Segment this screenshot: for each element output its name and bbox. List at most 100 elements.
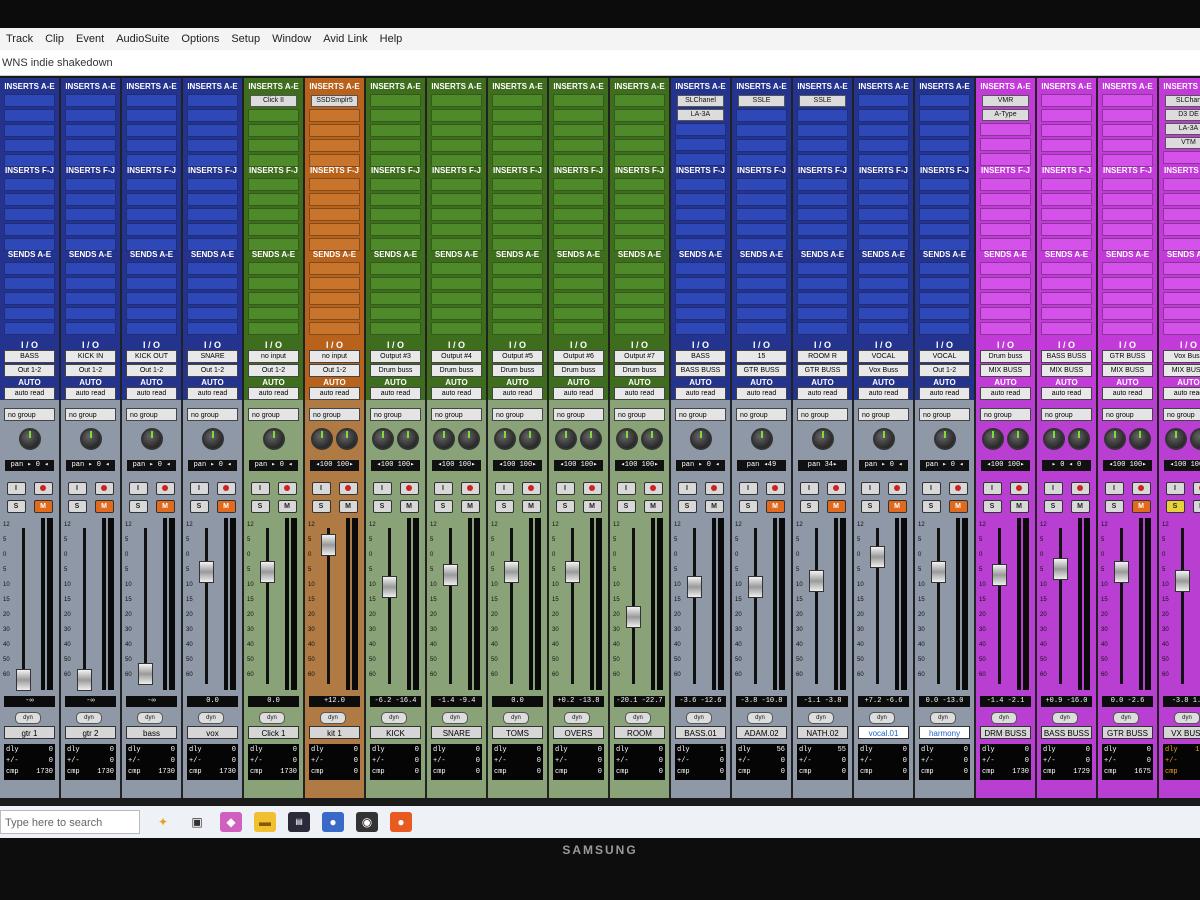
send-slot-empty[interactable] (553, 307, 604, 320)
volume-fader[interactable] (1175, 570, 1190, 592)
solo-button[interactable]: S (372, 500, 392, 513)
input-selector[interactable]: no input (309, 350, 360, 363)
send-slot-empty[interactable] (248, 277, 299, 290)
insert-slot-empty[interactable] (553, 94, 604, 107)
insert-slot-empty[interactable] (553, 223, 604, 236)
mute-button[interactable]: M (582, 500, 602, 513)
insert-slot-empty[interactable] (980, 208, 1031, 221)
solo-button[interactable]: S (1165, 500, 1185, 513)
insert-slot-empty[interactable] (309, 109, 360, 122)
group-selector[interactable]: no group (4, 408, 55, 421)
send-slot-empty[interactable] (187, 307, 238, 320)
insert-slot-empty[interactable] (370, 223, 421, 236)
record-arm-button[interactable] (643, 482, 663, 495)
solo-button[interactable]: S (982, 500, 1002, 513)
group-selector[interactable]: no group (248, 408, 299, 421)
volume-fader[interactable] (809, 570, 824, 592)
solo-button[interactable]: S (616, 500, 636, 513)
insert-slot-empty[interactable] (614, 139, 665, 152)
send-slot-empty[interactable] (431, 292, 482, 305)
send-slot-empty[interactable] (492, 277, 543, 290)
track-name[interactable]: vocal.01 (858, 726, 909, 739)
insert-slot-empty[interactable] (126, 124, 177, 137)
solo-button[interactable]: S (250, 500, 270, 513)
send-slot-empty[interactable] (1163, 292, 1200, 305)
send-slot-empty[interactable] (797, 307, 848, 320)
send-slot-empty[interactable] (126, 322, 177, 335)
mute-button[interactable]: M (33, 500, 53, 513)
input-selector[interactable]: BASS (675, 350, 726, 363)
insert-slot-empty[interactable] (797, 223, 848, 236)
send-slot-empty[interactable] (675, 262, 726, 275)
insert-slot-empty[interactable] (4, 139, 55, 152)
send-slot-empty[interactable] (370, 307, 421, 320)
mute-button[interactable]: M (460, 500, 480, 513)
insert-slot-empty[interactable] (126, 208, 177, 221)
send-slot-empty[interactable] (1041, 262, 1092, 275)
dyn-button[interactable]: dyn (625, 712, 651, 724)
insert-slot-empty[interactable] (919, 223, 970, 236)
solo-button[interactable]: S (311, 500, 331, 513)
output-selector[interactable]: MIX BUSS (1102, 364, 1153, 377)
send-slot-empty[interactable] (736, 292, 787, 305)
send-slot-empty[interactable] (980, 322, 1031, 335)
insert-slot-empty[interactable] (980, 178, 1031, 191)
dyn-button[interactable]: dyn (808, 712, 834, 724)
insert-slot-empty[interactable] (248, 109, 299, 122)
insert-slot-empty[interactable] (980, 123, 1031, 136)
output-selector[interactable]: MIX BUSS (1163, 364, 1200, 377)
pan-knob[interactable] (641, 428, 663, 450)
insert-slot-empty[interactable] (370, 124, 421, 137)
solo-button[interactable]: S (433, 500, 453, 513)
firefox-icon[interactable]: ● (390, 812, 412, 832)
send-slot-empty[interactable] (919, 292, 970, 305)
insert-slot-empty[interactable] (1102, 193, 1153, 206)
send-slot-empty[interactable] (614, 262, 665, 275)
insert-slot-empty[interactable] (675, 208, 726, 221)
automation-mode-selector[interactable]: auto read (431, 387, 482, 400)
pan-knob[interactable] (580, 428, 602, 450)
insert-plugin-slot[interactable]: VTM (1165, 137, 1200, 149)
input-monitor-button[interactable]: I (433, 482, 453, 495)
pan-knob[interactable] (140, 428, 163, 450)
send-slot-empty[interactable] (553, 322, 604, 335)
output-selector[interactable]: BASS BUSS (675, 364, 726, 377)
group-selector[interactable]: no group (553, 408, 604, 421)
send-slot-empty[interactable] (248, 307, 299, 320)
insert-slot-empty[interactable] (1041, 94, 1092, 107)
insert-slot-empty[interactable] (370, 208, 421, 221)
track-name[interactable]: KICK (370, 726, 421, 739)
insert-slot-empty[interactable] (309, 178, 360, 191)
send-slot-empty[interactable] (553, 262, 604, 275)
record-arm-button[interactable] (460, 482, 480, 495)
input-monitor-button[interactable]: I (982, 482, 1002, 495)
insert-slot-empty[interactable] (919, 208, 970, 221)
insert-slot-empty[interactable] (492, 124, 543, 137)
insert-slot-empty[interactable] (614, 109, 665, 122)
insert-plugin-slot[interactable]: SLChanel (677, 95, 724, 107)
insert-plugin-slot[interactable]: D3 DE (1165, 109, 1200, 121)
group-selector[interactable]: no group (980, 408, 1031, 421)
input-selector[interactable]: GTR BUSS (1102, 350, 1153, 363)
insert-slot-empty[interactable] (370, 193, 421, 206)
output-selector[interactable]: Out 1-2 (187, 364, 238, 377)
send-slot-empty[interactable] (65, 277, 116, 290)
pan-knob[interactable] (1165, 428, 1187, 450)
send-slot-empty[interactable] (309, 262, 360, 275)
insert-slot-empty[interactable] (492, 139, 543, 152)
input-selector[interactable]: KICK IN (65, 350, 116, 363)
insert-slot-empty[interactable] (1041, 178, 1092, 191)
menu-item-window[interactable]: Window (266, 33, 317, 45)
input-monitor-button[interactable]: I (1165, 482, 1185, 495)
group-selector[interactable]: no group (675, 408, 726, 421)
insert-slot-empty[interactable] (614, 124, 665, 137)
volume-fader[interactable] (687, 576, 702, 598)
group-selector[interactable]: no group (614, 408, 665, 421)
solo-button[interactable]: S (189, 500, 209, 513)
insert-slot-empty[interactable] (614, 193, 665, 206)
pan-knob[interactable] (79, 428, 102, 450)
insert-slot-empty[interactable] (614, 178, 665, 191)
insert-slot-empty[interactable] (248, 193, 299, 206)
send-slot-empty[interactable] (1102, 277, 1153, 290)
input-monitor-button[interactable]: I (860, 482, 880, 495)
